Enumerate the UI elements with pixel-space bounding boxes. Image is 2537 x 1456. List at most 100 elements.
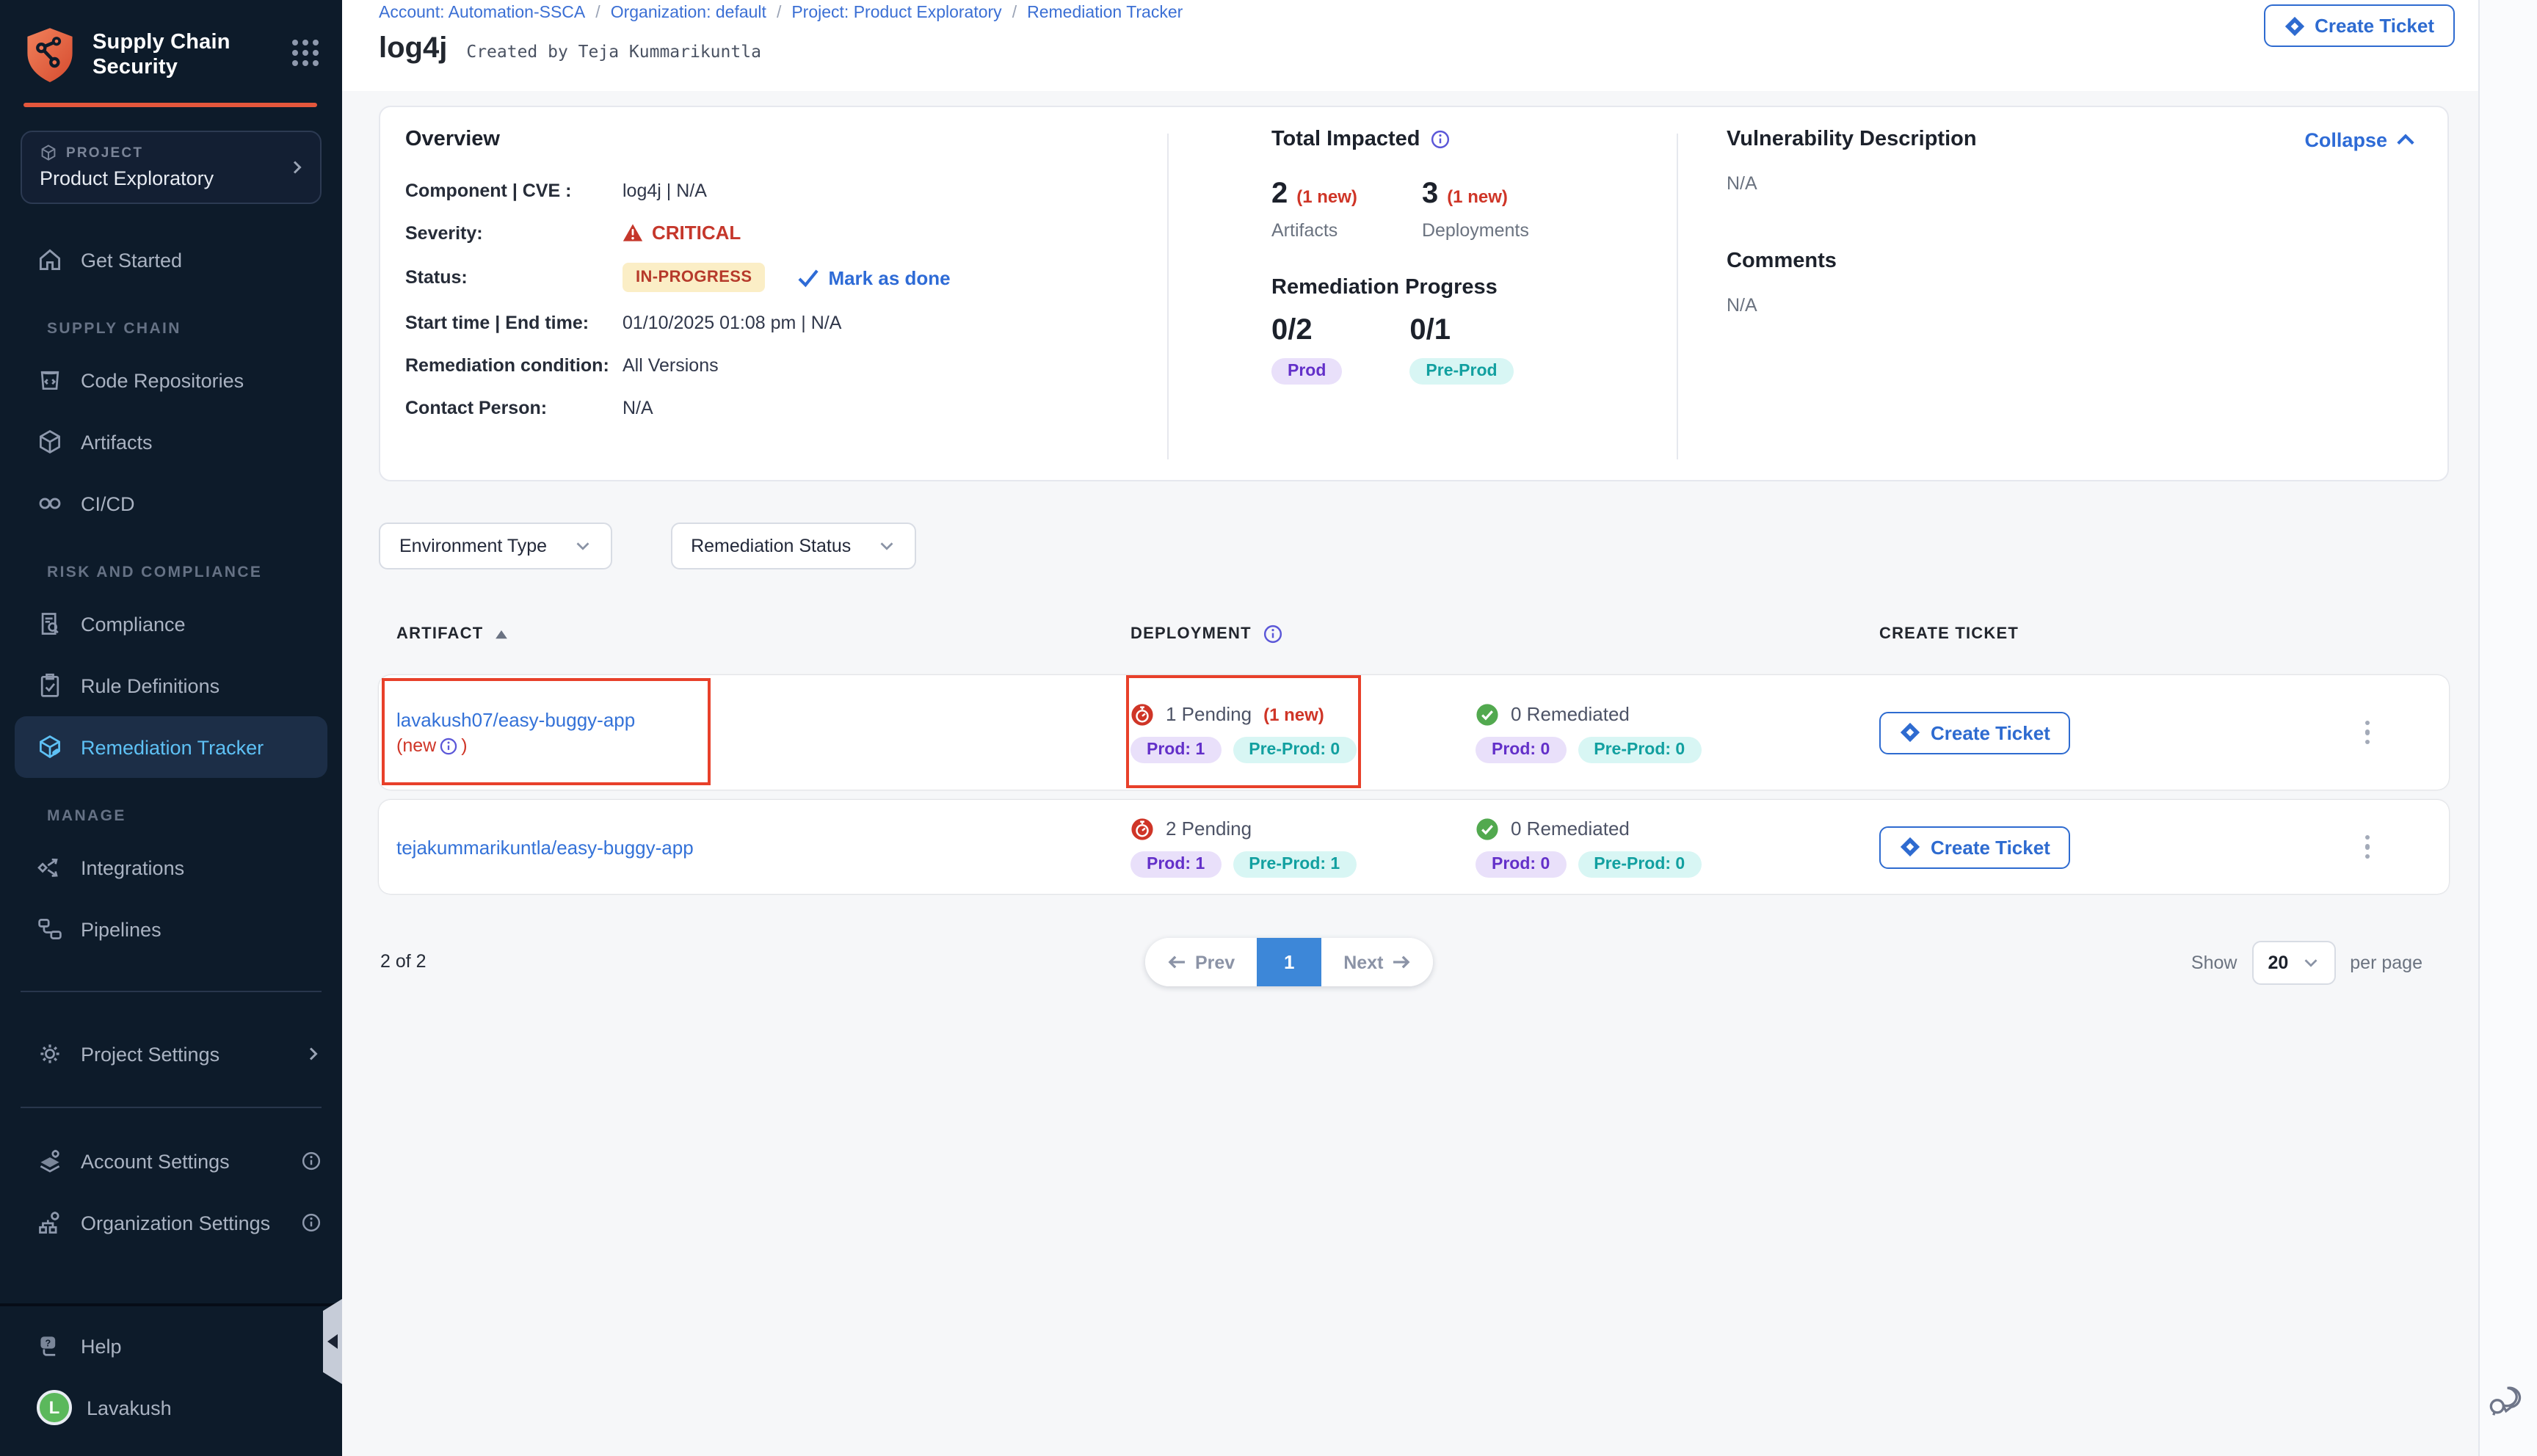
check-icon	[797, 268, 819, 287]
sidebar-item-code-repositories[interactable]: Code Repositories	[0, 349, 342, 411]
chevron-right-icon	[288, 158, 305, 175]
pending-new-count: (1 new)	[1263, 704, 1324, 724]
page-size-select[interactable]: 20	[2251, 941, 2335, 985]
sidebar-item-label: Code Repositories	[81, 369, 244, 391]
chevron-down-icon	[573, 537, 591, 555]
comments-heading: Comments	[1727, 250, 2415, 273]
svg-text:?: ?	[45, 1339, 51, 1349]
arrow-right-icon	[1392, 954, 1411, 970]
create-ticket-column-header: CREATE TICKET	[1879, 625, 2449, 643]
sidebar-item-project-settings[interactable]: Project Settings	[0, 1023, 342, 1085]
app-grid-icon[interactable]	[289, 37, 322, 69]
sidebar-item-label: Account Settings	[81, 1150, 230, 1172]
create-ticket-button[interactable]: Create Ticket	[1879, 711, 2071, 754]
overview-row-severity: Severity: CRITICAL	[405, 220, 1167, 245]
sidebar-section-supply-chain: SUPPLY CHAIN	[0, 308, 342, 349]
pending-count: 2 Pending	[1166, 818, 1252, 840]
info-icon[interactable]	[439, 736, 458, 755]
warning-triangle-icon	[623, 223, 643, 242]
sidebar-item-label: Pipelines	[81, 918, 161, 940]
environment-type-filter[interactable]: Environment Type	[379, 523, 611, 569]
prod-badge: Prod: 0	[1476, 736, 1566, 762]
support-chat-icon[interactable]	[2487, 1383, 2522, 1418]
info-icon[interactable]	[301, 1151, 322, 1171]
project-eyebrow-label: PROJECT	[66, 145, 143, 161]
sidebar-item-organization-settings[interactable]: Organization Settings	[0, 1192, 342, 1253]
sidebar-collapse-handle[interactable]	[323, 1299, 342, 1384]
artifact-column-header[interactable]: ARTIFACT	[396, 625, 1130, 643]
create-ticket-button[interactable]: Create Ticket	[1879, 826, 2071, 868]
remediated-count: 0 Remediated	[1511, 703, 1630, 725]
next-page-button[interactable]: Next	[1321, 938, 1433, 986]
sidebar-item-compliance[interactable]: Compliance	[0, 593, 342, 655]
vulnerability-heading: Vulnerability Description	[1727, 128, 1977, 151]
deployments-count: 3	[1422, 178, 1438, 211]
integrations-icon	[37, 854, 63, 881]
sidebar-item-cicd[interactable]: CI/CD	[0, 473, 342, 534]
home-icon	[37, 247, 63, 273]
info-icon[interactable]	[1431, 129, 1451, 150]
remediated-check-icon	[1476, 702, 1499, 726]
remediation-status-filter[interactable]: Remediation Status	[670, 523, 915, 569]
sidebar-item-label: Organization Settings	[81, 1212, 270, 1234]
sidebar-item-remediation-tracker[interactable]: Remediation Tracker	[15, 716, 327, 778]
total-impacted-heading: Total Impacted	[1271, 128, 1420, 151]
row-menu-kebab-icon[interactable]	[2356, 826, 2378, 868]
preprod-badge: Pre-Prod: 0	[1233, 736, 1356, 762]
prev-page-button[interactable]: Prev	[1145, 938, 1257, 986]
sidebar-item-artifacts[interactable]: Artifacts	[0, 411, 342, 473]
sidebar-item-rule-definitions[interactable]: Rule Definitions	[0, 655, 342, 716]
sidebar-item-help[interactable]: ? Help	[0, 1315, 342, 1377]
deployment-column-header: DEPLOYMENT	[1130, 624, 1879, 644]
current-page-button[interactable]: 1	[1257, 938, 1321, 986]
overview-column: Overview Component | CVE : log4j | N/A S…	[405, 128, 1167, 480]
sidebar-user-menu[interactable]: L Lavakush	[0, 1377, 342, 1438]
brand-title: Supply Chain Security	[92, 31, 289, 81]
project-cube-icon	[40, 144, 57, 161]
sidebar-item-label: Compliance	[81, 613, 186, 635]
sidebar-item-account-settings[interactable]: Account Settings	[0, 1130, 342, 1192]
project-selector[interactable]: PROJECT Product Exploratory	[21, 131, 322, 204]
artifact-link[interactable]: tejakummarikuntla/easy-buggy-app	[396, 834, 694, 859]
pipelines-icon	[37, 916, 63, 942]
sidebar-item-integrations[interactable]: Integrations	[0, 837, 342, 898]
sidebar-item-label: Integrations	[81, 856, 184, 878]
artifact-cell: tejakummarikuntla/easy-buggy-app	[396, 834, 1130, 859]
breadcrumb-remediation-tracker[interactable]: Remediation Tracker	[1027, 4, 1183, 22]
remediation-tracker-icon	[37, 734, 63, 760]
breadcrumb: Account: Automation-SSCA / Organization:…	[379, 4, 2478, 22]
filters-bar: Environment Type Remediation Status	[379, 523, 2478, 569]
artifacts-new-count: (1 new)	[1296, 186, 1357, 207]
show-label: Show	[2191, 953, 2237, 973]
document-search-icon	[37, 611, 63, 637]
deployments-new-count: (1 new)	[1447, 186, 1508, 207]
clipboard-check-icon	[37, 672, 63, 699]
create-ticket-button[interactable]: Create Ticket	[2263, 4, 2455, 47]
comments-value: N/A	[1727, 295, 2415, 316]
info-icon[interactable]	[1263, 624, 1284, 644]
overview-card: Overview Component | CVE : log4j | N/A S…	[379, 106, 2449, 481]
breadcrumb-separator: /	[1012, 4, 1017, 22]
mark-as-done-link[interactable]: Mark as done	[797, 266, 950, 288]
remediated-block: 0 Remediated Prod: 0 Pre-Prod: 0	[1476, 817, 1821, 877]
info-icon[interactable]	[301, 1212, 322, 1233]
jira-diamond-icon	[1900, 722, 1920, 743]
prod-badge: Prod	[1271, 358, 1342, 385]
sidebar-section-risk-compliance: RISK AND COMPLIANCE	[0, 552, 342, 593]
overview-row-condition: Remediation condition: All Versions	[405, 352, 1167, 377]
breadcrumb-account[interactable]: Account: Automation-SSCA	[379, 4, 585, 22]
breadcrumb-project[interactable]: Project: Product Exploratory	[791, 4, 1001, 22]
sidebar-item-get-started[interactable]: Get Started	[0, 229, 342, 291]
status-badge: IN-PROGRESS	[623, 263, 765, 292]
row-menu-kebab-icon[interactable]	[2356, 712, 2378, 754]
vulnerability-column: Vulnerability Description Collapse N/A C…	[1678, 128, 2447, 480]
prod-progress-stat: 0/2 Prod	[1271, 314, 1342, 385]
breadcrumb-organization[interactable]: Organization: default	[611, 4, 766, 22]
preprod-badge: Pre-Prod	[1409, 358, 1513, 385]
sidebar-item-label: Project Settings	[81, 1043, 219, 1065]
overview-row-time: Start time | End time: 01/10/2025 01:08 …	[405, 310, 1167, 335]
page-subtitle: Created by Teja Kummarikuntla	[466, 41, 761, 62]
collapse-link[interactable]: Collapse	[2304, 128, 2415, 150]
sidebar-item-pipelines[interactable]: Pipelines	[0, 898, 342, 960]
artifact-link[interactable]: lavakush07/easy-buggy-app (new )	[396, 707, 635, 758]
